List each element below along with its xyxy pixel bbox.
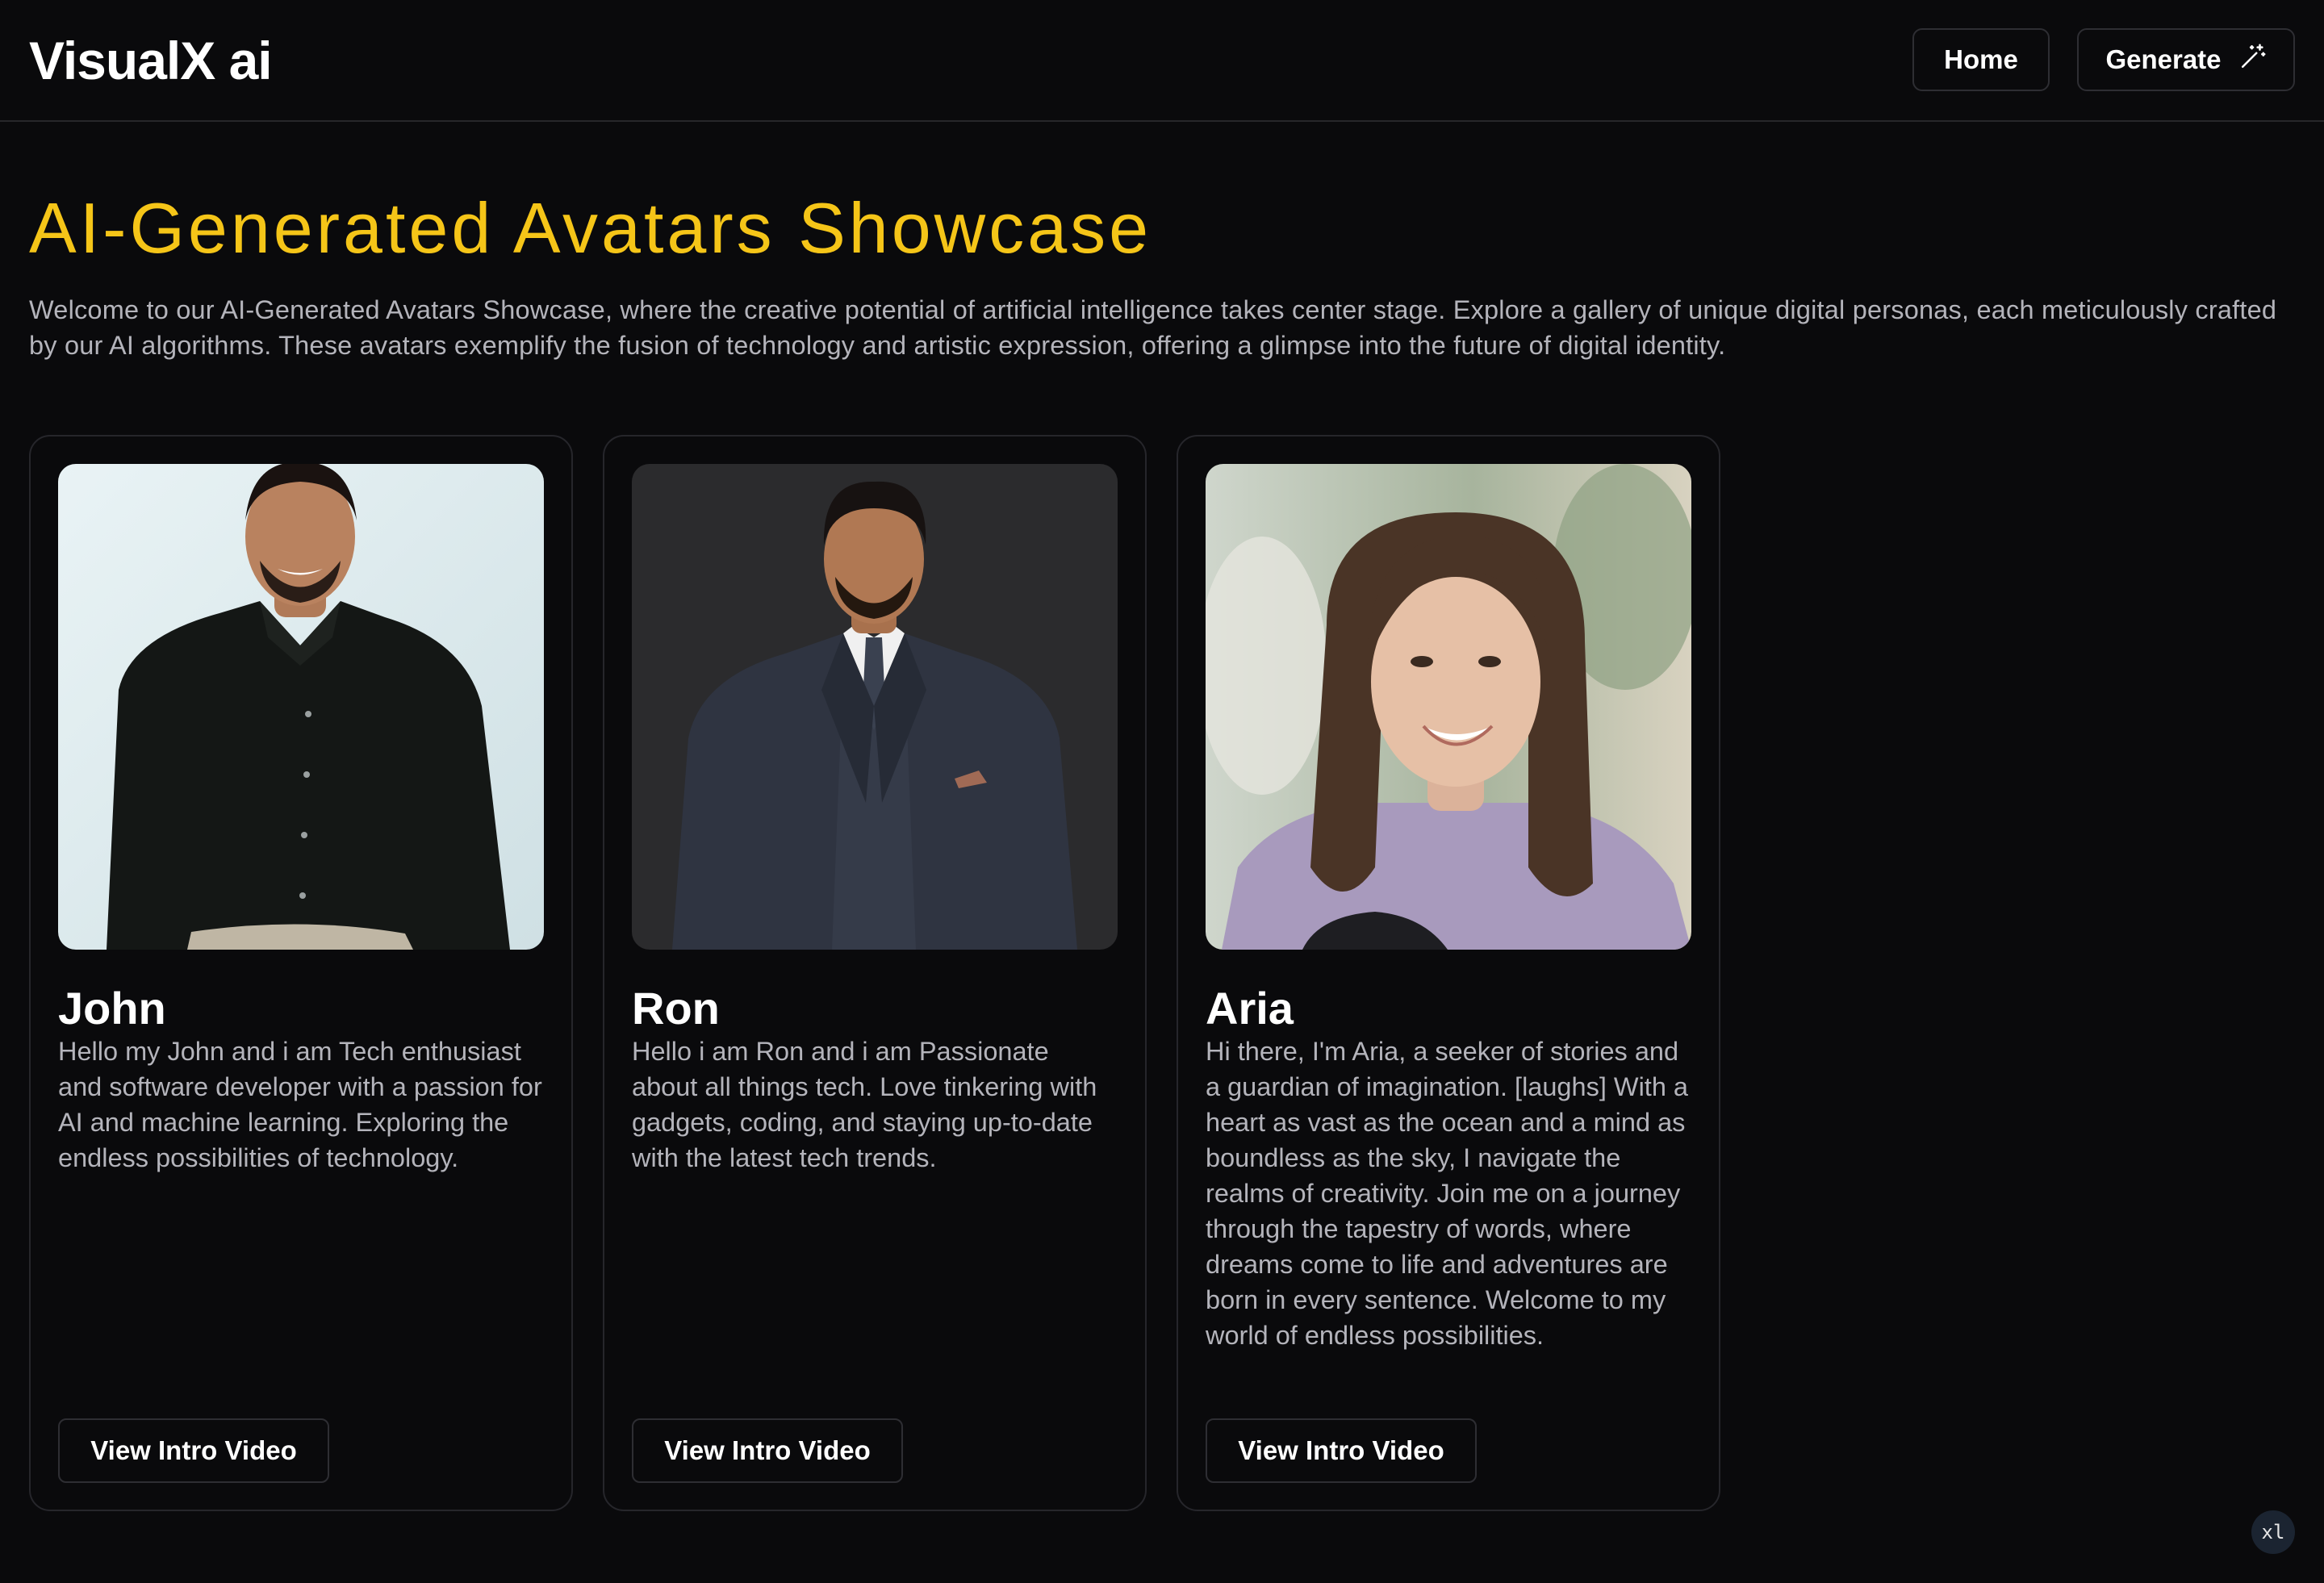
brand-logo[interactable]: VisualX ai	[29, 24, 273, 97]
home-button-label: Home	[1944, 44, 2018, 74]
avatar-card-john: John Hello my John and i am Tech enthusi…	[29, 435, 573, 1511]
view-intro-video-button[interactable]: View Intro Video	[1206, 1418, 1477, 1483]
top-navbar: VisualX ai Home Generate	[0, 0, 2324, 122]
avatar-bio: Hello my John and i am Tech enthusiast a…	[58, 1037, 542, 1172]
generate-button[interactable]: Generate	[2077, 28, 2295, 91]
page-title: AI-Generated Avatars Showcase	[29, 188, 1152, 268]
avatar-photo-ron	[632, 464, 1118, 950]
avatar-card-ron: Ron Hello i am Ron and i am Passionate a…	[603, 435, 1147, 1511]
home-button[interactable]: Home	[1912, 28, 2050, 91]
avatar-bio: Hi there, I'm Aria, a seeker of stories …	[1206, 1037, 1688, 1350]
avatar-bio: Hello i am Ron and i am Passionate about…	[632, 1037, 1097, 1172]
avatar-card-aria: Aria Hi there, I'm Aria, a seeker of sto…	[1177, 435, 1720, 1511]
page-description: Welcome to our AI-Generated Avatars Show…	[29, 295, 2277, 360]
avatar-name: Ron	[632, 983, 720, 1034]
generate-button-label: Generate	[2105, 44, 2222, 74]
avatar-photo-john	[58, 464, 544, 950]
avatar-name: John	[58, 983, 166, 1034]
breakpoint-indicator-badge: xl	[2251, 1510, 2295, 1554]
magic-wand-icon	[2239, 43, 2267, 77]
avatar-name: Aria	[1206, 983, 1294, 1034]
view-intro-video-button[interactable]: View Intro Video	[632, 1418, 903, 1483]
avatar-photo-aria	[1206, 464, 1691, 950]
view-intro-video-button[interactable]: View Intro Video	[58, 1418, 329, 1483]
